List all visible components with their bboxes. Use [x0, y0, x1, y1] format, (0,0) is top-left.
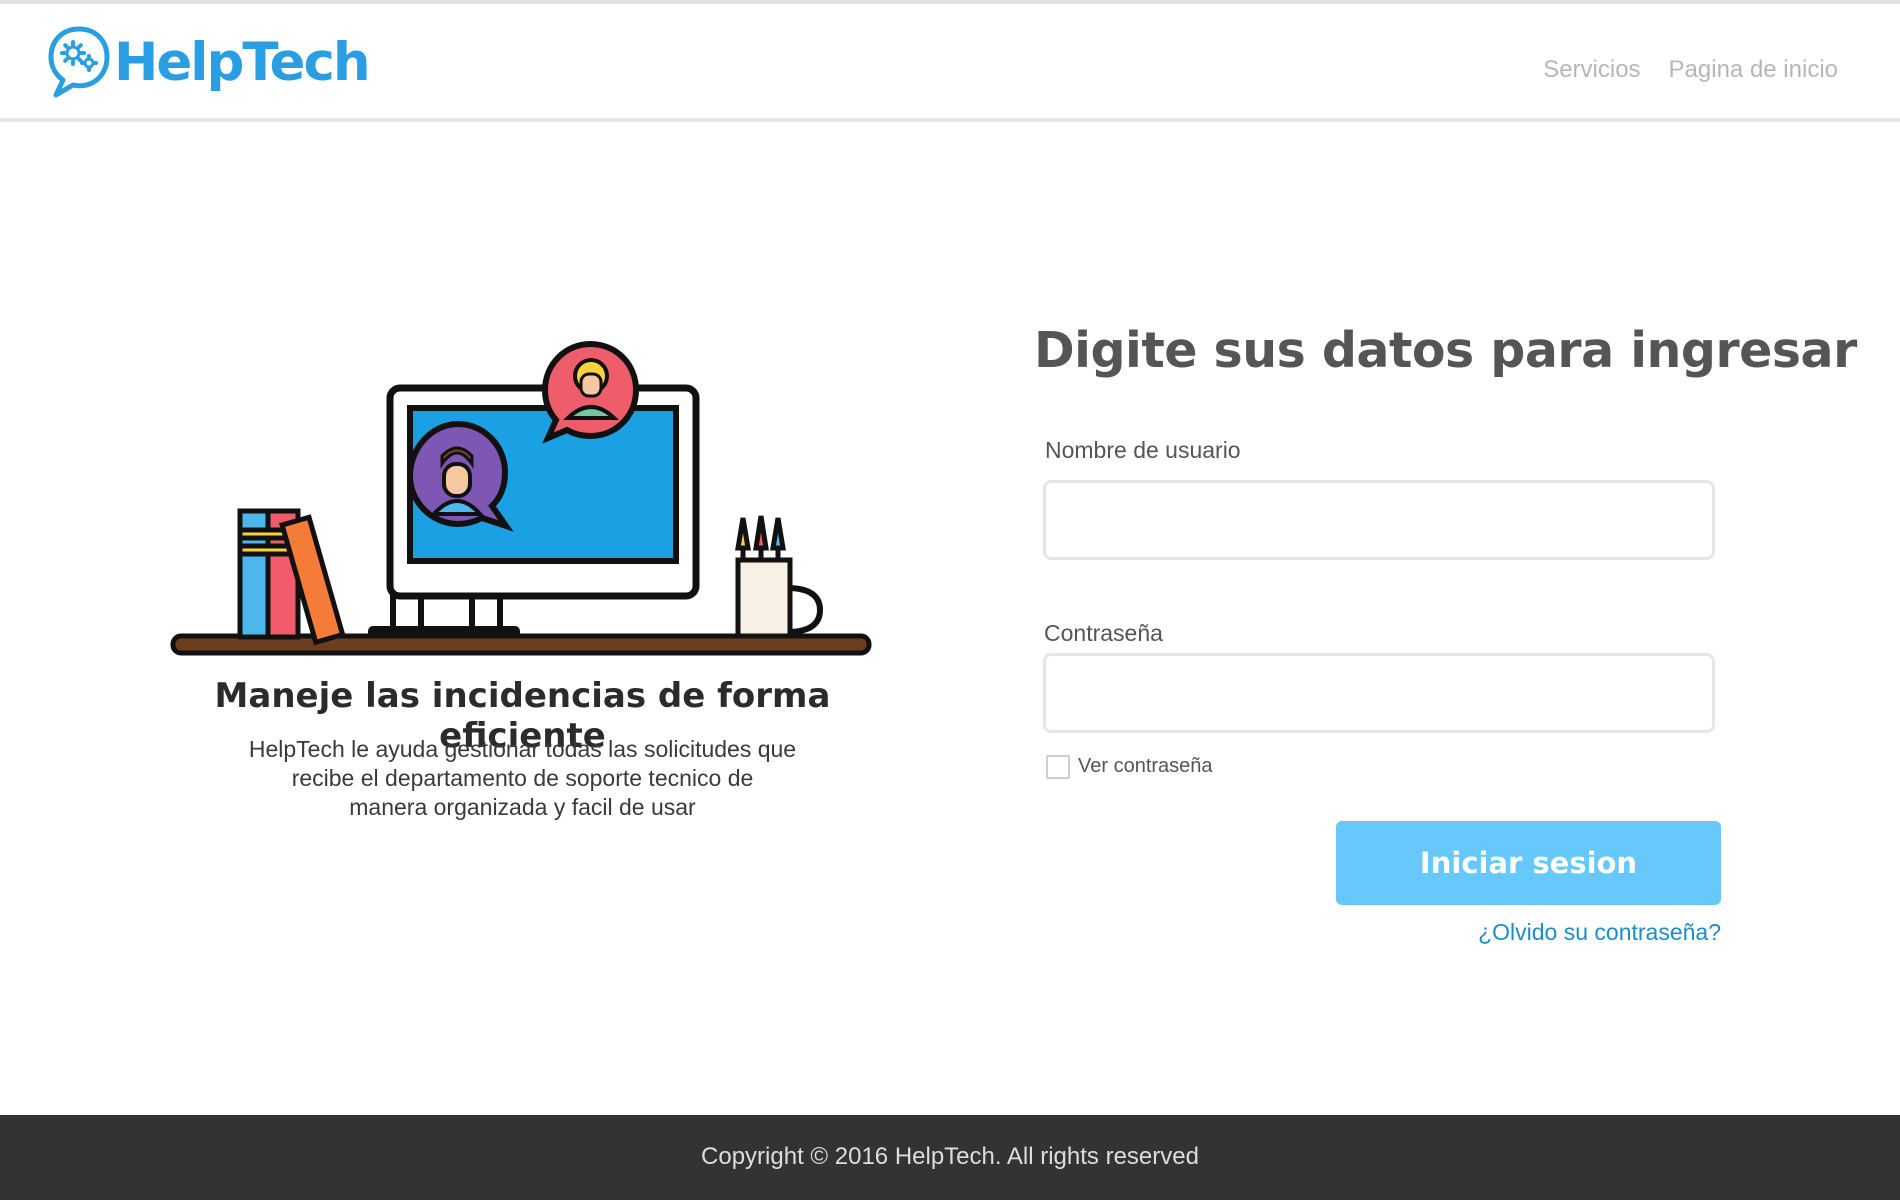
promo-description: HelpTech le ayuda gestionar todas las so…	[215, 735, 830, 822]
logo-text: HelpTech	[114, 31, 371, 93]
books-icon	[237, 508, 346, 646]
promo-line: HelpTech le ayuda gestionar todas las so…	[248, 736, 797, 762]
login-title: Digite sus datos para ingresar	[1034, 322, 1857, 379]
male-user-avatar-icon	[406, 420, 514, 532]
site-header: HelpTech Servicios Pagina de inicio	[0, 4, 1900, 122]
main-nav: Servicios Pagina de inicio	[1543, 56, 1838, 84]
nav-pagina-de-inicio[interactable]: Pagina de inicio	[1669, 56, 1838, 84]
logo[interactable]: HelpTech	[46, 24, 371, 100]
show-password-label[interactable]: Ver contraseña	[1078, 755, 1213, 778]
pen-cup-icon	[735, 515, 824, 639]
username-input[interactable]	[1043, 480, 1715, 560]
forgot-password-link[interactable]: ¿Olvido su contraseña?	[1469, 919, 1721, 946]
desk-computer-support-illustration	[170, 340, 872, 656]
monitor-icon	[368, 384, 700, 638]
promo-line: manera organizada y facil de usar	[349, 794, 696, 820]
copyright-text: Copyright © 2016 HelpTech. All rights re…	[701, 1143, 1199, 1170]
show-password-checkbox[interactable]	[1046, 755, 1070, 779]
username-label: Nombre de usuario	[1045, 437, 1241, 463]
login-button[interactable]: Iniciar sesion	[1336, 821, 1721, 905]
nav-servicios[interactable]: Servicios	[1543, 56, 1640, 84]
password-label: Contraseña	[1044, 620, 1163, 646]
password-input[interactable]	[1043, 653, 1715, 733]
site-footer: Copyright © 2016 HelpTech. All rights re…	[0, 1115, 1900, 1200]
chat-gears-icon	[48, 26, 110, 98]
promo-line: recibe el departamento de soporte tecnic…	[291, 765, 754, 791]
support-agent-avatar-icon	[541, 340, 640, 444]
